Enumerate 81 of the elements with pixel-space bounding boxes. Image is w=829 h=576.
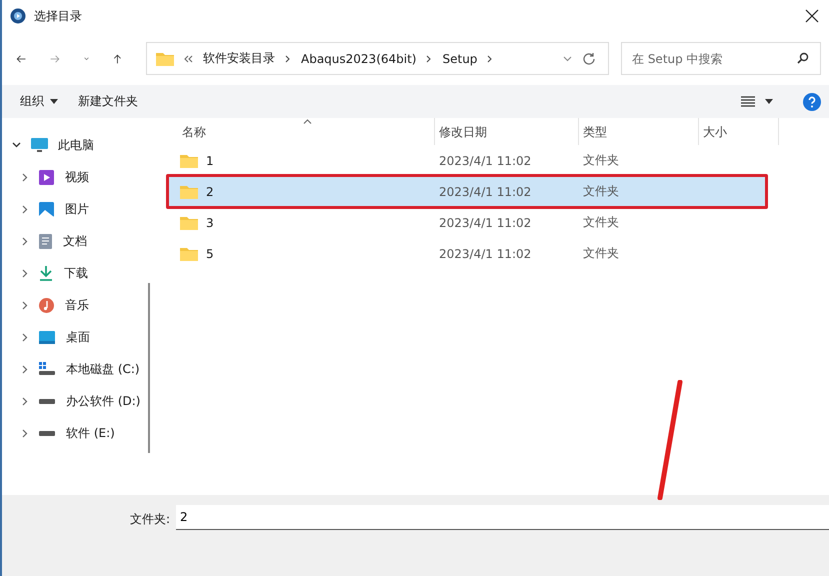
- monitor-icon: [31, 138, 48, 152]
- nav-item[interactable]: 软件 (E:): [2, 417, 150, 449]
- file-row[interactable]: 3 2023/4/1 11:02 文件夹: [168, 207, 766, 238]
- folder-name-field[interactable]: 2: [176, 505, 829, 530]
- refresh-icon[interactable]: [582, 52, 596, 66]
- file-type: 文件夹: [582, 183, 620, 200]
- file-row[interactable]: 1 2023/4/1 11:02 文件夹: [168, 145, 766, 176]
- help-icon[interactable]: [803, 92, 821, 110]
- file-name: 3: [206, 216, 214, 230]
- download-icon: [39, 266, 53, 280]
- chevron-icon: [22, 236, 28, 246]
- folder-label: 文件夹:: [130, 511, 170, 528]
- search-field[interactable]: 在 Setup 中搜索: [621, 42, 821, 75]
- chevron-icon: [22, 364, 28, 374]
- breadcrumb[interactable]: 软件安装目录: [203, 50, 275, 67]
- folder-icon: [180, 154, 198, 168]
- modified-date: 2023/4/1 11:02: [438, 246, 532, 260]
- folder-icon: [180, 216, 198, 230]
- file-type: 文件夹: [582, 152, 620, 169]
- chevron-icon: [22, 268, 28, 278]
- nav-item[interactable]: 音乐: [2, 289, 150, 321]
- nav-item[interactable]: 图片: [2, 193, 150, 225]
- chevron-right-icon[interactable]: [487, 54, 494, 62]
- nav-item[interactable]: 桌面: [2, 321, 150, 353]
- nav-item[interactable]: 此电脑: [2, 129, 150, 161]
- file-name: 5: [206, 246, 214, 260]
- sort-caret-icon[interactable]: [303, 119, 312, 124]
- breadcrumb[interactable]: Abaqus2023(64bit): [301, 52, 416, 66]
- close-icon[interactable]: [805, 9, 819, 23]
- chevron-icon: [22, 428, 28, 438]
- double-chevron-icon: [184, 54, 193, 62]
- folder-icon: [180, 184, 198, 198]
- nav-item[interactable]: 视频: [2, 161, 150, 193]
- column-header[interactable]: 修改日期: [435, 118, 579, 145]
- drive-icon: [39, 430, 55, 436]
- app-icon: [10, 8, 26, 24]
- column-header[interactable]: 类型: [579, 118, 699, 145]
- modified-date: 2023/4/1 11:02: [438, 154, 532, 168]
- folder-icon: [180, 246, 198, 260]
- folder-icon: [156, 52, 174, 66]
- column-header[interactable]: 大小: [699, 118, 779, 145]
- modified-date: 2023/4/1 11:02: [438, 216, 532, 230]
- music-icon: [39, 298, 54, 312]
- file-row[interactable]: 2 2023/4/1 11:02 文件夹: [168, 176, 766, 207]
- chevron-right-icon[interactable]: [285, 54, 291, 62]
- nav-item[interactable]: 办公软件 (D:): [2, 385, 150, 417]
- caret-icon[interactable]: [765, 99, 773, 104]
- window-title: 选择目录: [34, 8, 82, 24]
- desktop-icon: [39, 330, 55, 344]
- caret-icon: [50, 99, 58, 104]
- file-name: 2: [206, 184, 214, 198]
- chevron-right-icon[interactable]: [426, 54, 432, 62]
- document-icon: [39, 234, 52, 248]
- nav-item[interactable]: 本地磁盘 (C:): [2, 353, 150, 385]
- drive-icon: [39, 362, 55, 376]
- nav-item[interactable]: 下载: [2, 257, 150, 289]
- scrollbar[interactable]: [148, 283, 150, 453]
- file-type: 文件夹: [582, 214, 620, 231]
- chevron-icon: [22, 332, 28, 342]
- chevron-icon: [22, 300, 28, 310]
- file-row[interactable]: 5 2023/4/1 11:02 文件夹: [168, 238, 766, 269]
- dropdown-caret-icon[interactable]: [563, 56, 572, 62]
- video-icon: [39, 170, 54, 184]
- nav-item[interactable]: 文档: [2, 225, 150, 257]
- file-type: 文件夹: [582, 245, 620, 262]
- organize-button[interactable]: 组织: [18, 93, 60, 110]
- chevron-icon: [22, 396, 28, 406]
- modified-date: 2023/4/1 11:02: [438, 184, 532, 198]
- address-bar[interactable]: 软件安装目录 Abaqus2023(64bit) Setup: [146, 42, 609, 75]
- chevron-icon: [22, 172, 28, 182]
- drive-icon: [39, 398, 55, 404]
- picture-icon: [39, 202, 54, 216]
- breadcrumb[interactable]: Setup: [442, 52, 478, 66]
- file-name: 1: [206, 154, 214, 168]
- chevron-icon: [22, 204, 28, 214]
- search-icon: [797, 52, 809, 64]
- view-menu-icon[interactable]: [741, 96, 755, 107]
- chevron-icon: [12, 142, 21, 148]
- new-folder-button[interactable]: 新建文件夹: [76, 93, 140, 110]
- dropdown-caret-icon[interactable]: [84, 56, 90, 62]
- column-header[interactable]: 名称: [160, 118, 435, 145]
